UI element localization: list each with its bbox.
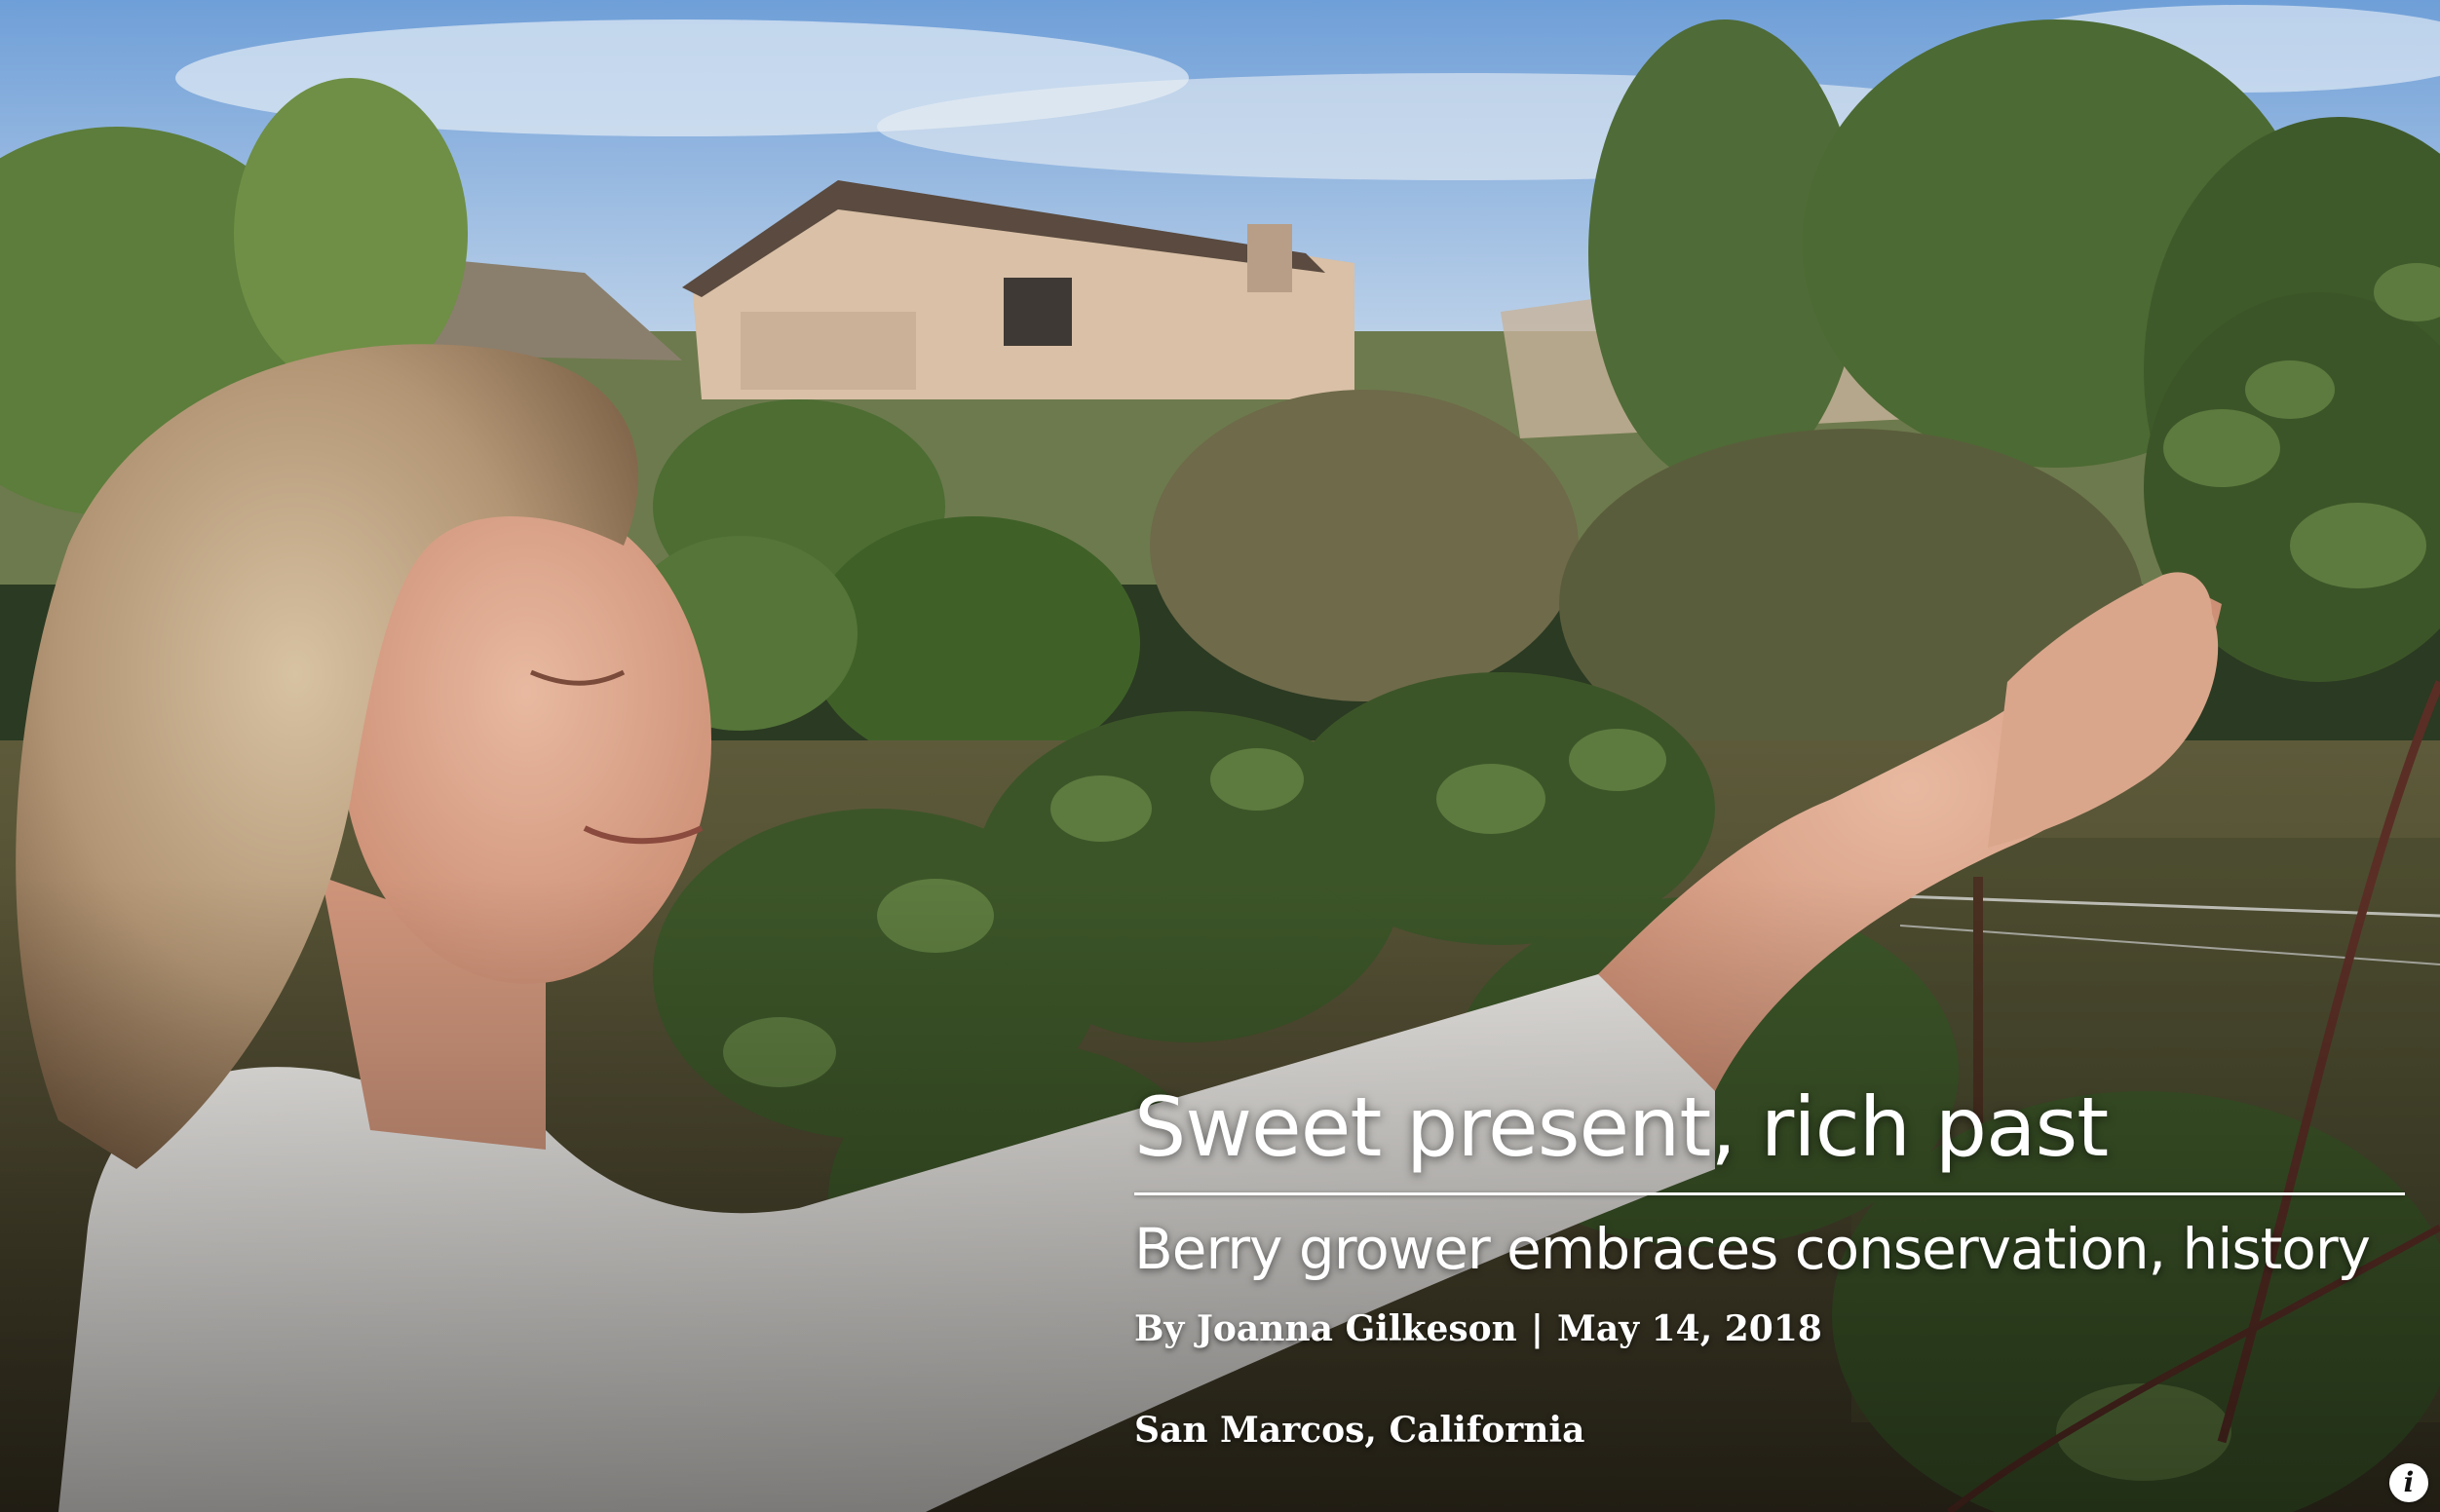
title-divider xyxy=(1134,1192,2405,1195)
story-cover: Sweet present, rich past Berry grower em… xyxy=(0,0,2440,1512)
story-header: Sweet present, rich past Berry grower em… xyxy=(1134,1079,2405,1453)
byline: By Joanna Gilkeson | May 14, 2018 xyxy=(1134,1306,2401,1351)
story-subtitle: Berry grower embraces conservation, hist… xyxy=(1134,1216,2371,1282)
byline-author: By Joanna Gilkeson xyxy=(1134,1308,1517,1349)
byline-separator: | xyxy=(1530,1308,1544,1349)
story-location: San Marcos, California xyxy=(1134,1410,1585,1451)
story-title: Sweet present, rich past xyxy=(1134,1079,2109,1175)
byline-date: May 14, 2018 xyxy=(1556,1308,1822,1349)
info-icon[interactable]: i xyxy=(2389,1463,2428,1502)
